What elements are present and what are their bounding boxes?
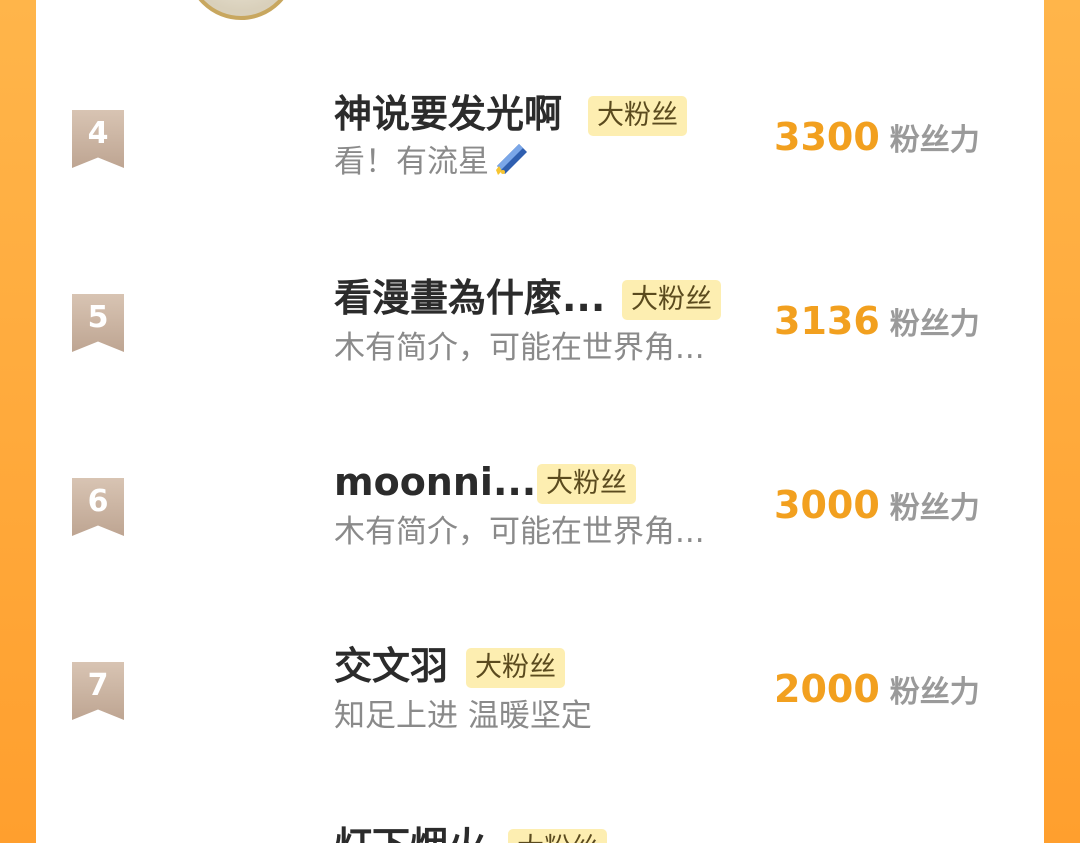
fan-level-badge: 大粉丝 [588,96,687,136]
user-name[interactable]: 灯下烟火 [334,822,486,843]
rank-number: 7 [87,668,109,703]
avatar[interactable] [186,0,296,20]
user-name[interactable]: moonni... [334,458,536,506]
user-description: 木有简介，可能在世界角... [334,330,705,366]
user-name[interactable]: 看漫畫為什麼... [334,274,605,322]
user-name[interactable]: 神说要发光啊 [334,90,562,138]
list-item[interactable]: 6 moonni... 大粉丝 木有简介，可能在世界角... 3000 粉丝力 [36,438,1044,622]
user-description: 知足上进 温暖坚定 [334,698,592,734]
fan-power-score: 2000 [774,667,880,711]
fan-power-score: 3136 [774,299,880,343]
rank-badge: 5 [72,294,124,352]
user-description: 木有简介，可能在世界角... [334,514,705,550]
fan-level-badge: 大粉丝 [508,829,607,843]
fan-power-unit: 粉丝力 [889,123,980,158]
ranking-panel: 4 神说要发光啊 大粉丝 看！有流星 3300 粉丝力 5 看漫畫為什麼... 大… [36,0,1044,843]
shooting-star-icon [493,142,529,188]
fan-level-badge: 大粉丝 [622,280,721,320]
rank-badge: 4 [72,110,124,168]
fan-power-unit: 粉丝力 [889,307,980,342]
fan-level-badge: 大粉丝 [466,648,565,688]
user-name[interactable]: 交文羽 [334,642,448,690]
rank-badge: 7 [72,662,124,720]
rank-badge: 6 [72,478,124,536]
list-item[interactable]: 4 神说要发光啊 大粉丝 看！有流星 3300 粉丝力 [36,70,1044,254]
fan-power-score: 3300 [774,115,880,159]
fan-level-badge: 大粉丝 [537,464,636,504]
fan-power-unit: 粉丝力 [889,491,980,526]
list-item[interactable]: 7 交文羽 大粉丝 知足上进 温暖坚定 2000 粉丝力 [36,622,1044,806]
rank-number: 6 [87,484,109,519]
rank-number: 5 [87,300,109,335]
list-item[interactable]: 5 看漫畫為什麼... 大粉丝 木有简介，可能在世界角... 3136 粉丝力 [36,254,1044,438]
fan-power-unit: 粉丝力 [889,675,980,710]
rank-number: 4 [87,116,109,151]
user-description: 看！有流星 [334,144,489,180]
fan-power-score: 3000 [774,483,880,527]
